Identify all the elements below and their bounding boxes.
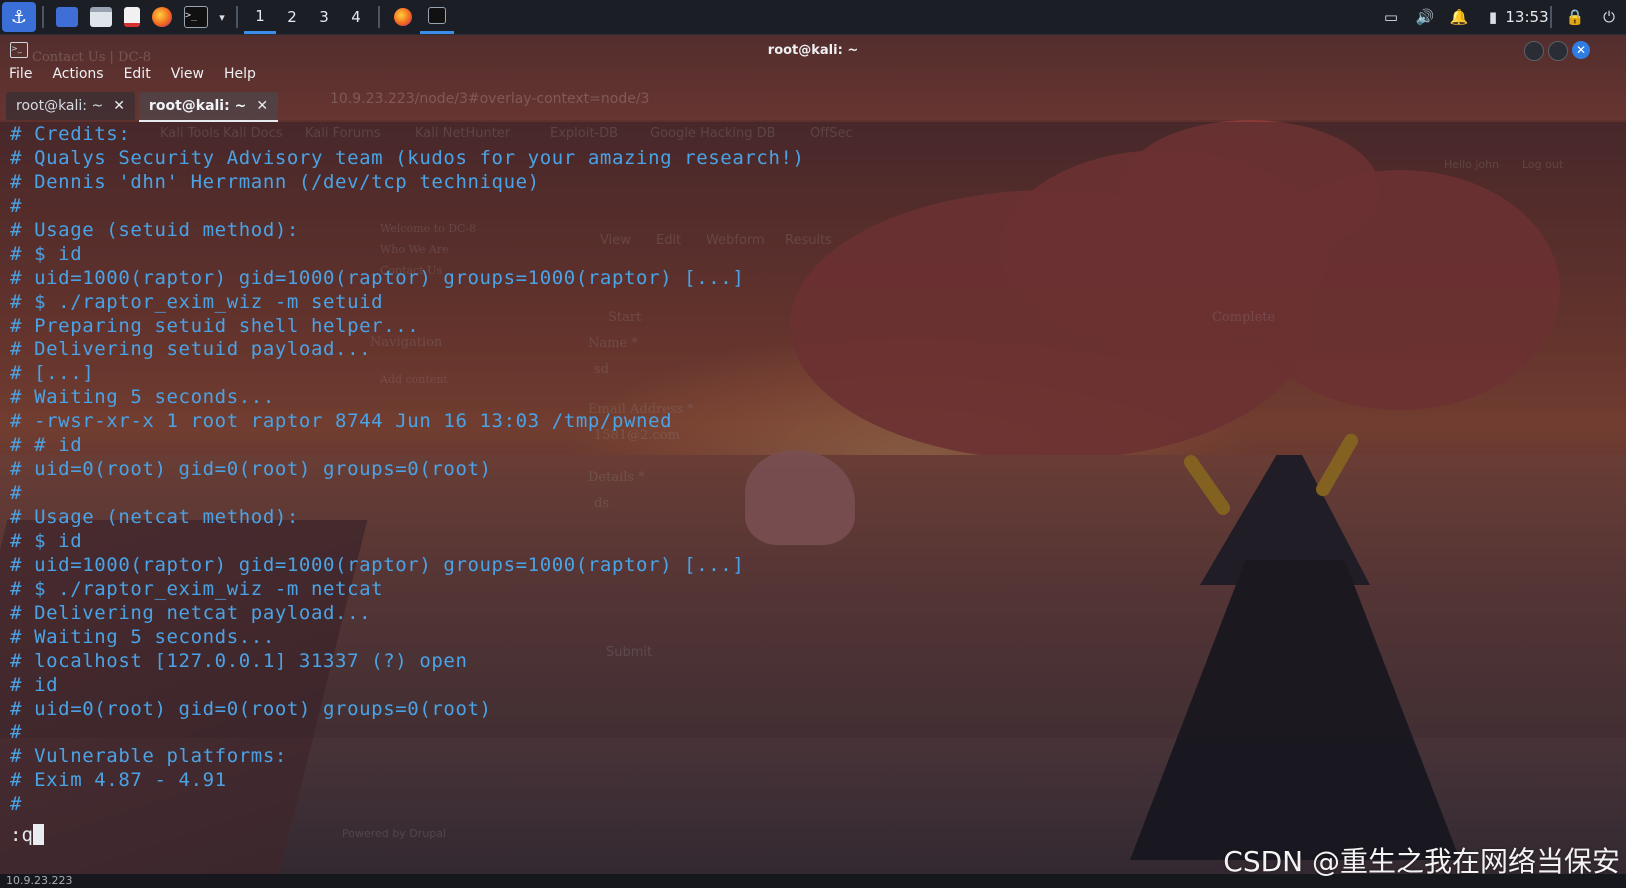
kali-menu-icon[interactable]: ⚓ [2,2,36,32]
workspace-4[interactable]: 4 [340,0,372,34]
volume-icon[interactable]: 🔊 [1408,0,1442,34]
terminal-line: # [...] [10,362,95,385]
terminal-line: # uid=0(root) gid=0(root) groups=0(root) [10,697,492,720]
terminal-line: # $ id [10,242,83,265]
terminal-line: # $ ./raptor_exim_wiz -m setuid [10,290,384,313]
system-tray: ▭ 🔊 🔔 ▮ 13:53 🔒 ⏻ [1374,0,1626,34]
terminal-line: # Preparing setuid shell helper... [10,314,420,337]
terminal-output: # Credits: # Qualys Security Advisory te… [10,123,1210,817]
file-manager-icon[interactable] [84,0,118,34]
terminal-line: # uid=1000(raptor) gid=1000(raptor) grou… [10,553,745,576]
taskbar-terminal-icon[interactable] [420,0,454,34]
terminal-line: # -rwsr-xr-x 1 root raptor 8744 Jun 16 1… [10,410,673,433]
clock[interactable]: 13:53 [1505,0,1548,34]
maximize-button[interactable] [1548,41,1568,61]
panel-separator [1550,6,1552,28]
terminal-icon[interactable]: >_ [178,0,214,34]
panel-separator [378,6,380,28]
vi-command-line[interactable]: :q [10,823,44,847]
terminal-line: # Dennis 'dhn' Herrmann (/dev/tcp techni… [10,170,540,193]
terminal-line: # Delivering setuid payload... [10,338,372,361]
workspace-3[interactable]: 3 [308,0,340,34]
top-panel: ⚓ >_ ▾ 1 2 3 4 ▭ 🔊 🔔 ▮ 13:53 🔒 ⏻ [0,0,1626,35]
terminal-line: # [10,721,23,744]
terminal-line: # Credits: [10,123,131,145]
terminal-line: # Waiting 5 seconds... [10,386,275,409]
terminal-line: # Waiting 5 seconds... [10,625,275,648]
taskbar-firefox-icon[interactable] [386,0,420,34]
terminal-dropdown-chevron-icon[interactable]: ▾ [214,0,230,34]
text-editor-icon[interactable] [118,0,146,34]
terminal-line: # Qualys Security Advisory team (kudos f… [10,146,805,169]
terminal-line: # localhost [127.0.0.1] 31337 (?) open [10,649,468,672]
workspace-2[interactable]: 2 [276,0,308,34]
terminal-line: # [10,793,23,816]
tab-close-icon[interactable]: ✕ [256,98,268,114]
terminal-line: # Usage (netcat method): [10,506,299,528]
terminal-line: # Delivering netcat payload... [10,601,372,624]
command-text: :q [10,824,33,846]
minimize-button[interactable] [1524,41,1544,61]
display-icon[interactable]: ▭ [1374,0,1408,34]
firefox-icon[interactable] [146,0,178,34]
terminal-line: # Exim 4.87 - 4.91 [10,769,227,792]
show-desktop-icon[interactable] [50,0,84,34]
menu-help[interactable]: Help [221,66,259,88]
terminal-tab-bar: root@kali: ~ ✕ root@kali: ~ ✕ [6,92,279,122]
menu-edit[interactable]: Edit [121,66,154,88]
terminal-tab-1[interactable]: root@kali: ~ ✕ [6,92,135,120]
terminal-line: # uid=0(root) gid=0(root) groups=0(root) [10,458,492,481]
tab-label: root@kali: ~ [148,98,247,114]
terminal-tab-2[interactable]: root@kali: ~ ✕ [138,92,279,122]
csdn-watermark: CSDN @重生之我在网络当保安 [1223,845,1620,878]
tab-close-icon[interactable]: ✕ [113,98,125,114]
terminal-line: # id [10,673,59,696]
terminal-line: # Vulnerable platforms: [10,745,287,768]
power-icon[interactable]: ⏻ [1592,0,1626,34]
bg-url: 10.9.23.223/node/3#overlay-context=node/… [330,91,650,107]
terminal-line: # Usage (setuid method): [10,218,299,241]
terminal-line: # # id [10,434,83,457]
panel-separator [236,6,238,28]
notification-bell-icon[interactable]: 🔔 [1442,0,1476,34]
window-title: root@kali: ~ [767,42,859,58]
panel-separator [42,6,44,28]
menu-bar: File Actions Edit View Help [6,66,259,88]
terminal-line: # $ id [10,529,83,552]
close-button[interactable]: ✕ [1572,41,1590,59]
text-cursor [32,824,44,845]
terminal-line: # $ ./raptor_exim_wiz -m netcat [10,577,384,600]
lock-icon[interactable]: 🔒 [1558,0,1592,34]
menu-actions[interactable]: Actions [49,66,106,88]
menu-file[interactable]: File [6,66,35,88]
terminal-line: # [10,482,23,505]
terminal-line: # uid=1000(raptor) gid=1000(raptor) grou… [10,266,745,289]
workspace-1[interactable]: 1 [244,0,276,34]
terminal-line: # [10,194,23,217]
menu-view[interactable]: View [168,66,207,88]
status-text: 10.9.23.223 [6,874,73,887]
tab-label: root@kali: ~ [16,98,104,114]
